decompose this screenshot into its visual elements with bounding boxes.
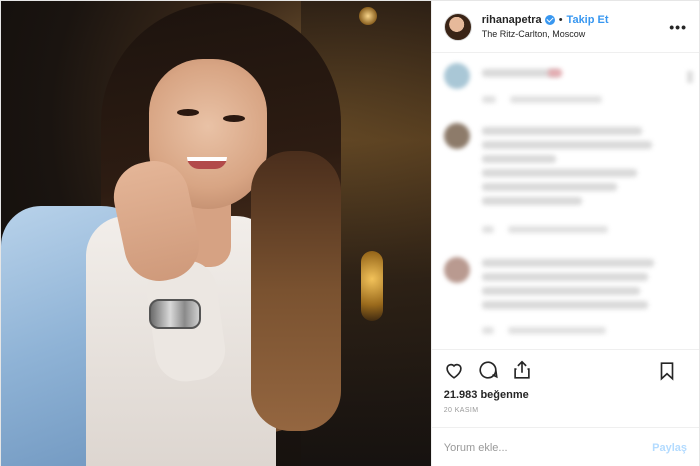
background-light	[359, 7, 377, 25]
background-lamp	[361, 251, 383, 321]
blurred-like-icon	[687, 71, 693, 83]
blurred-comment-line	[481, 259, 654, 267]
post-photo[interactable]	[1, 1, 431, 466]
blurred-comment-meta	[509, 96, 602, 103]
action-bar	[431, 349, 699, 389]
location-link[interactable]: The Ritz-Carlton, Moscow	[482, 27, 609, 41]
comment-avatar	[443, 257, 470, 283]
avatar[interactable]	[443, 12, 472, 41]
likes-count[interactable]: 21.983 beğenme	[432, 389, 699, 405]
more-options-icon[interactable]: •••	[669, 19, 687, 35]
blurred-comment-meta	[507, 226, 608, 233]
post-side-panel: rihanapetra • Takip Et The Ritz-Carlton,…	[430, 1, 699, 466]
comment-icon[interactable]	[476, 358, 500, 382]
comment-avatar	[443, 63, 470, 89]
verified-badge-icon	[544, 14, 555, 25]
follow-button[interactable]: Takip Et	[567, 13, 609, 27]
blurred-comment-line	[481, 141, 652, 149]
header-text: rihanapetra • Takip Et The Ritz-Carlton,…	[482, 13, 609, 41]
blurred-comment-line	[481, 127, 642, 135]
heart-icon[interactable]	[442, 358, 466, 382]
blurred-comment-line	[481, 273, 648, 281]
comments-list[interactable]	[432, 53, 699, 349]
blurred-comment-emoji	[547, 69, 562, 77]
blurred-comment-line	[481, 287, 640, 295]
instagram-post: rihanapetra • Takip Et The Ritz-Carlton,…	[0, 0, 700, 466]
comment-composer: Paylaş	[431, 427, 699, 466]
post-date: 20 KASIM	[443, 407, 479, 414]
blurred-comment-meta	[481, 226, 494, 233]
share-icon[interactable]	[510, 358, 534, 382]
post-comment-button[interactable]: Paylaş	[652, 442, 687, 454]
comment-avatar	[443, 123, 470, 149]
blurred-comment-meta	[481, 327, 494, 334]
blurred-comment-line	[481, 197, 582, 205]
separator-dot: •	[558, 13, 563, 26]
blurred-comment-line	[481, 155, 556, 163]
blurred-comment-line	[481, 183, 617, 191]
bookmark-icon[interactable]	[655, 359, 679, 383]
blurred-comment-meta	[481, 96, 496, 103]
comment-input[interactable]	[443, 441, 653, 454]
right-eye	[223, 115, 245, 122]
blurred-comment-meta	[507, 327, 606, 334]
wristwatch	[149, 299, 201, 329]
blurred-comment-line	[481, 301, 648, 309]
left-eye	[177, 109, 199, 116]
smile	[187, 157, 227, 169]
username-link[interactable]: rihanapetra	[482, 13, 542, 27]
hair-front	[251, 151, 341, 431]
blurred-comment-line	[481, 169, 637, 177]
post-header: rihanapetra • Takip Et The Ritz-Carlton,…	[431, 1, 699, 53]
